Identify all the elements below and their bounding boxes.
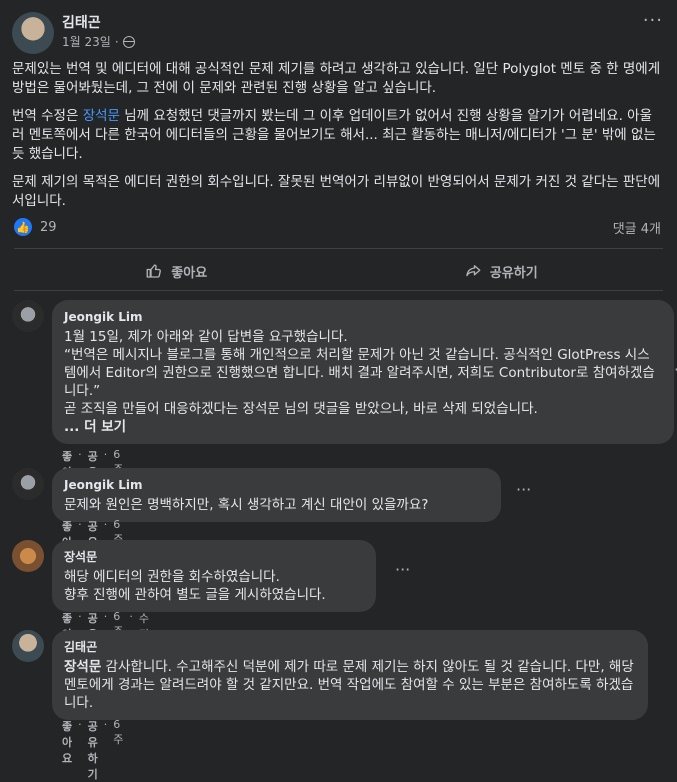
like-reaction-icon: 👍 <box>14 218 32 236</box>
comment-text: 문제와 원인은 명백하지만, 혹시 생각하고 계신 대안이 있을까요? <box>64 497 429 513</box>
meta-separator: · <box>114 34 119 49</box>
share-label: 공유하기 <box>489 265 538 281</box>
divider <box>14 248 663 249</box>
see-more-link[interactable]: ... 더 보기 <box>64 418 662 436</box>
comment-count[interactable]: 댓글 4개 <box>613 218 661 237</box>
divider <box>14 290 663 291</box>
comment-text: 1월 15일, 제가 아래와 같이 답변을 요구했습니다. “번역은 메시지나 … <box>64 329 655 417</box>
thumbs-up-icon <box>146 264 162 278</box>
like-label: 좋아요 <box>171 265 208 281</box>
author-name[interactable]: 김태곤 <box>62 12 101 32</box>
commenter-avatar[interactable] <box>12 468 44 500</box>
post-paragraph-1: 문제있는 번역 및 에디터에 대해 공식적인 문제 제기를 하려고 생각하고 있… <box>12 61 661 96</box>
commenter-avatar[interactable] <box>12 630 44 662</box>
like-button[interactable]: 좋아요 <box>14 254 339 288</box>
comment-text: 해당 에디터의 권한을 회수하였습니다. 향후 진행에 관하여 별도 글을 게시… <box>64 569 326 603</box>
share-button[interactable]: 공유하기 <box>339 254 664 288</box>
comment-meta: 좋아요· 공유하기· 6주 <box>62 718 124 782</box>
reaction-summary[interactable]: 👍 29 <box>14 218 57 236</box>
post-body: 문제있는 번역 및 에디터에 대해 공식적인 문제 제기를 하려고 생각하고 있… <box>12 60 662 220</box>
mention-link[interactable]: 장석문 <box>64 659 101 675</box>
post-paragraph-3: 문제 제기의 목적은 에디터 권한의 회수입니다. 잘못된 번역어가 리뷰없이 … <box>12 174 661 209</box>
commenter-name[interactable]: 김태곤 <box>64 638 636 656</box>
post-date[interactable]: 1월 23일 <box>62 33 111 50</box>
comment-options-icon[interactable]: ··· <box>395 560 410 579</box>
mention-link[interactable]: 장석문 <box>83 108 120 124</box>
comment-share-link[interactable]: 공유하기 <box>88 718 98 782</box>
author-avatar[interactable] <box>12 12 54 54</box>
facebook-post: 김태곤 1월 23일 · ··· 문제있는 번역 및 에디터에 대해 공식적인 … <box>0 0 677 781</box>
comment-bubble: 장석문 해당 에디터의 권한을 회수하였습니다. 향후 진행에 관하여 별도 글… <box>52 540 376 612</box>
commenter-avatar[interactable] <box>12 540 44 572</box>
commenter-name[interactable]: 장석문 <box>64 548 364 566</box>
commenter-name[interactable]: Jeongik Lim <box>64 308 662 326</box>
comment-bubble: 김태곤 장석문 감사합니다. 수고해주신 덕분에 제가 따로 문제 제기는 하지… <box>52 630 648 720</box>
reaction-count: 29 <box>40 219 57 235</box>
comment-like-link[interactable]: 좋아요 <box>62 718 72 782</box>
globe-icon <box>122 35 135 48</box>
text-segment: 감사합니다. 수고해주신 덕분에 제가 따로 문제 제기는 하지 않아도 될 것… <box>64 659 634 711</box>
comment-text: 장석문 감사합니다. 수고해주신 덕분에 제가 따로 문제 제기는 하지 않아도… <box>64 658 636 712</box>
post-paragraph-2: 번역 수정은 장석문 님께 요청했던 댓글까지 봤는데 그 이후 업데이트가 없… <box>12 107 662 164</box>
text-segment: 번역 수정은 <box>12 108 83 124</box>
post-meta: 1월 23일 · <box>62 33 135 50</box>
commenter-avatar[interactable] <box>12 300 44 332</box>
comment-bubble: Jeongik Lim 1월 15일, 제가 아래와 같이 답변을 요구했습니다… <box>52 300 674 444</box>
comment-bubble: Jeongik Lim 문제와 원인은 명백하지만, 혹시 생각하고 계신 대안… <box>52 468 501 522</box>
share-icon <box>466 265 481 277</box>
comment-time[interactable]: 6주 <box>113 718 123 782</box>
commenter-name[interactable]: Jeongik Lim <box>64 476 489 494</box>
comment-options-icon[interactable]: ··· <box>516 480 531 499</box>
post-actions: 좋아요 공유하기 <box>14 254 663 288</box>
post-options-icon[interactable]: ··· <box>643 10 663 31</box>
